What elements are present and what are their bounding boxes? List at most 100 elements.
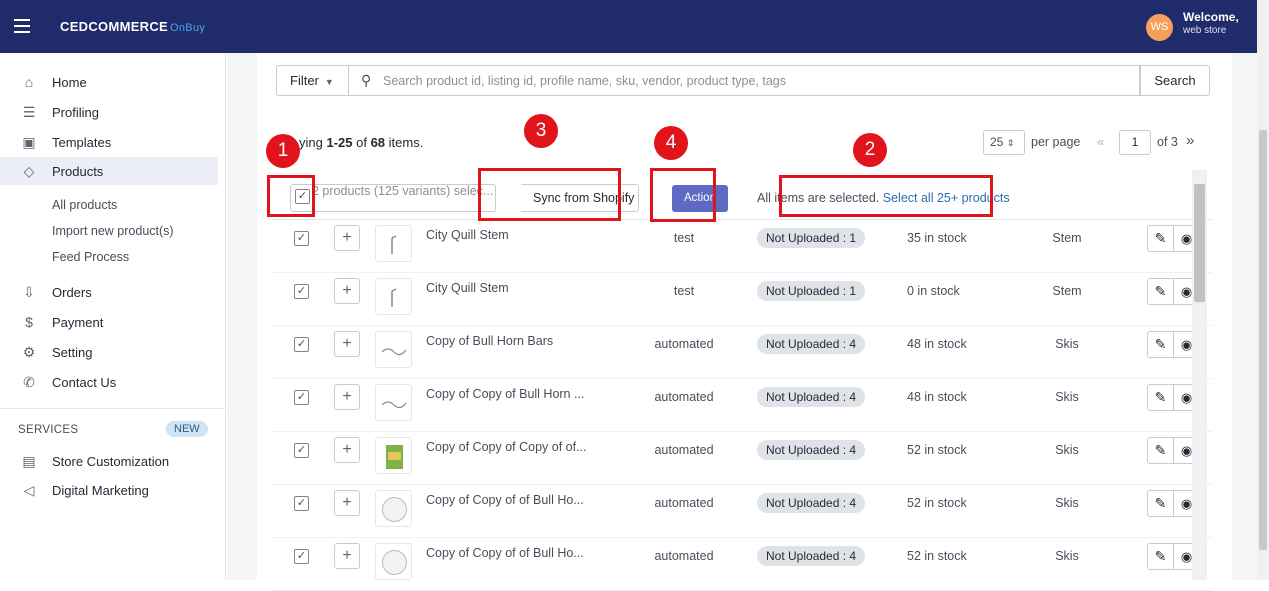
product-title[interactable]: Copy of Copy of Copy of of... (426, 440, 587, 454)
contact-icon: ✆ (23, 374, 35, 390)
sidebar-item-profiling[interactable]: ☰ Profiling (0, 98, 218, 126)
prev-page-button[interactable]: « (1097, 134, 1104, 149)
avatar[interactable]: WS (1146, 14, 1173, 41)
row-checkbox[interactable]: ✓ (294, 496, 309, 511)
product-thumbnail (375, 490, 412, 527)
table-row: ✓ + Copy of Copy of of Bull Ho... automated… (272, 485, 1212, 538)
list-scrollbar-thumb[interactable] (1194, 184, 1205, 302)
product-title[interactable]: City Quill Stem (426, 228, 509, 242)
expand-variants-button[interactable]: + (334, 384, 360, 410)
sidebar-item-contact[interactable]: ✆ Contact Us (0, 368, 218, 396)
sidebar-item-payment[interactable]: $ Payment (0, 308, 218, 336)
sidebar-item-label: Digital Marketing (52, 482, 149, 498)
product-title[interactable]: Copy of Copy of of Bull Ho... (426, 546, 584, 560)
showing-range: 1-25 (326, 135, 353, 150)
brand-logo[interactable]: CEDCOMMERCE OnBuy (60, 19, 205, 34)
annotation-box-4 (650, 168, 716, 222)
annotation-circle-4: 4 (654, 126, 688, 160)
sidebar-item-store-customization[interactable]: ▤ Store Customization (0, 447, 218, 475)
product-type: Skis (1055, 443, 1079, 457)
product-stock: 48 in stock (907, 337, 967, 351)
expand-variants-button[interactable]: + (334, 490, 360, 516)
selected-count-text: 2 products (125 variants) selec... (312, 184, 494, 198)
annotation-box-2 (779, 175, 993, 217)
annotation-box-1 (267, 175, 315, 217)
product-stock: 0 in stock (907, 284, 960, 298)
product-thumbnail (375, 384, 412, 421)
product-stock: 52 in stock (907, 443, 967, 457)
page-scrollbar-thumb[interactable] (1259, 130, 1267, 550)
top-bar: CEDCOMMERCE OnBuy WS Welcome, web store (0, 0, 1257, 53)
edit-pencil-icon[interactable]: ✎ (1147, 384, 1174, 411)
product-stock: 52 in stock (907, 496, 967, 510)
row-checkbox[interactable]: ✓ (294, 549, 309, 564)
hamburger-menu-icon[interactable] (14, 19, 30, 33)
annotation-box-3 (478, 168, 621, 221)
edit-pencil-icon[interactable]: ✎ (1147, 331, 1174, 358)
sidebar-item-digital-marketing[interactable]: ◁ Digital Marketing (0, 476, 218, 504)
orders-icon: ⇩ (23, 284, 35, 300)
sidebar-subitem-all-products[interactable]: All products (52, 198, 117, 212)
sidebar-item-setting[interactable]: ⚙ Setting (0, 338, 218, 366)
showing-prefix: ying (299, 135, 327, 150)
sidebar: ⌂ Home ☰ Profiling ▣ Templates ◇ Products Al… (0, 53, 226, 580)
expand-variants-button[interactable]: + (334, 331, 360, 357)
payment-icon: $ (25, 314, 33, 330)
page-input[interactable]: 1 (1119, 130, 1151, 155)
store-name: web store (1183, 25, 1227, 36)
edit-pencil-icon[interactable]: ✎ (1147, 278, 1174, 305)
search-icon: ⚲ (361, 72, 372, 88)
sidebar-item-label: Store Customization (52, 453, 170, 469)
welcome-text[interactable]: Welcome, web store (1183, 11, 1239, 37)
filter-button[interactable]: Filter ▼ (276, 65, 349, 96)
product-thumbnail (375, 225, 412, 262)
status-badge: Not Uploaded : 1 (757, 228, 866, 248)
status-badge: Not Uploaded : 4 (757, 334, 866, 354)
sidebar-item-label: Home (52, 74, 87, 90)
expand-variants-button[interactable]: + (334, 543, 360, 569)
sidebar-item-label: Profiling (52, 104, 99, 120)
sidebar-item-templates[interactable]: ▣ Templates (0, 128, 218, 156)
product-title[interactable]: City Quill Stem (426, 281, 509, 295)
product-type: Skis (1055, 496, 1079, 510)
product-title[interactable]: Copy of Copy of of Bull Ho... (426, 493, 584, 507)
table-row: ✓ + Copy of Bull Horn Bars automated Not Upl… (272, 326, 1212, 379)
edit-pencil-icon[interactable]: ✎ (1147, 543, 1174, 570)
status-badge: Not Uploaded : 4 (757, 546, 866, 566)
stem-image-icon (391, 288, 397, 307)
next-page-button[interactable]: » (1186, 132, 1194, 149)
sidebar-subitem-feed[interactable]: Feed Process (52, 250, 129, 264)
product-thumbnail (375, 278, 412, 315)
edit-pencil-icon[interactable]: ✎ (1147, 490, 1174, 517)
expand-variants-button[interactable]: + (334, 437, 360, 463)
row-checkbox[interactable]: ✓ (294, 337, 309, 352)
expand-variants-button[interactable]: + (334, 225, 360, 251)
sidebar-subitem-import[interactable]: Import new product(s) (52, 224, 174, 238)
row-checkbox[interactable]: ✓ (294, 231, 309, 246)
search-box[interactable]: ⚲ (349, 65, 1140, 96)
search-input[interactable] (383, 69, 1123, 92)
sidebar-item-orders[interactable]: ⇩ Orders (0, 278, 218, 306)
welcome-label: Welcome, (1183, 10, 1239, 24)
edit-pencil-icon[interactable]: ✎ (1147, 437, 1174, 464)
bars-image-icon (381, 401, 407, 409)
product-title[interactable]: Copy of Copy of Bull Horn ... (426, 387, 584, 401)
edit-pencil-icon[interactable]: ✎ (1147, 225, 1174, 252)
new-badge: NEW (166, 421, 208, 437)
status-badge: Not Uploaded : 4 (757, 493, 866, 513)
row-checkbox[interactable]: ✓ (294, 443, 309, 458)
sidebar-item-home[interactable]: ⌂ Home (0, 68, 218, 96)
sidebar-item-products[interactable]: ◇ Products (0, 157, 218, 185)
product-title[interactable]: Copy of Bull Horn Bars (426, 334, 553, 348)
expand-variants-button[interactable]: + (334, 278, 360, 304)
search-button[interactable]: Search (1140, 65, 1210, 96)
status-badge: Not Uploaded : 1 (757, 281, 866, 301)
row-checkbox[interactable]: ✓ (294, 284, 309, 299)
row-checkbox[interactable]: ✓ (294, 390, 309, 405)
services-heading: SERVICES (18, 424, 79, 436)
brand-sub: OnBuy (170, 22, 206, 34)
gear-icon: ⚙ (22, 344, 36, 360)
product-type: Stem (1052, 284, 1082, 298)
per-page-select[interactable]: 25 ⇕ (983, 130, 1025, 155)
templates-icon: ▣ (22, 134, 36, 150)
